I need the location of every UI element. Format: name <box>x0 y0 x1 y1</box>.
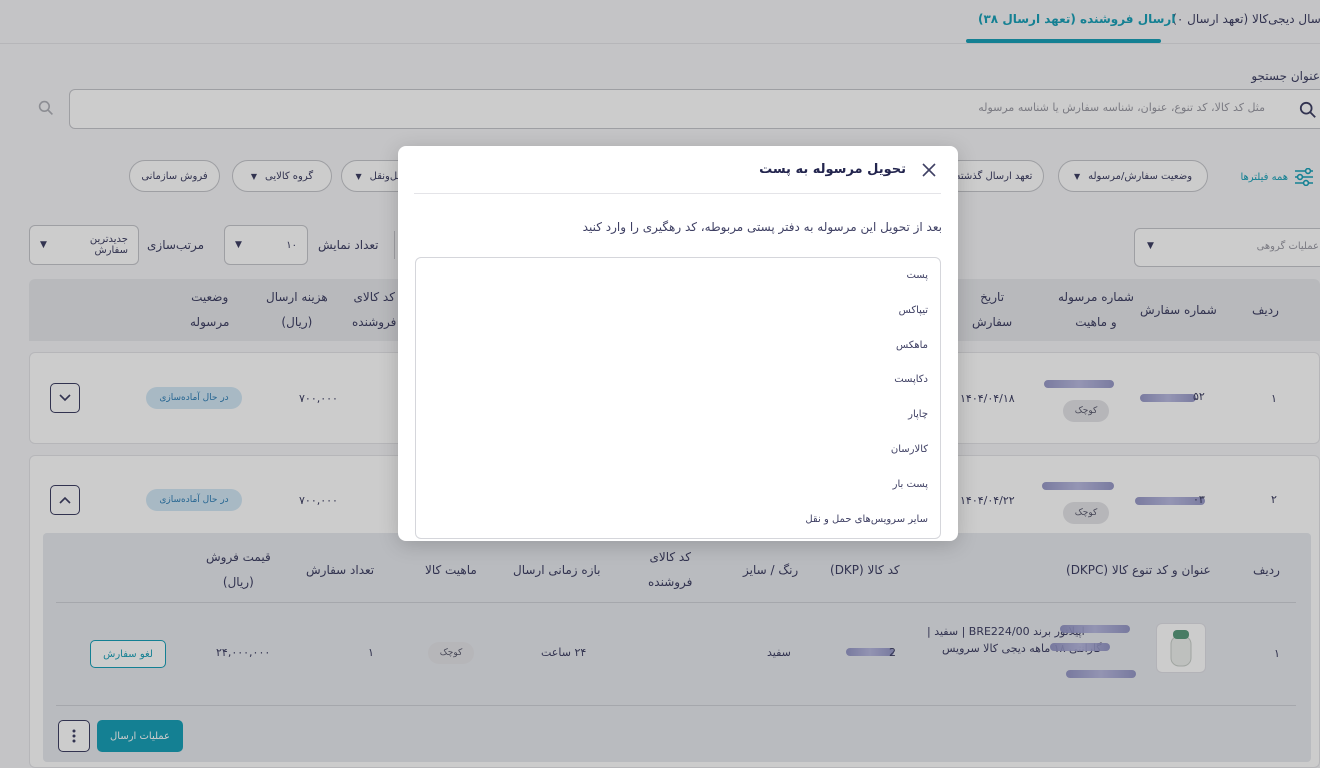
carrier-option[interactable]: کالارسان <box>891 444 928 455</box>
deliver-to-post-modal: تحویل مرسوله به پست بعد از تحویل این مرس… <box>398 146 958 541</box>
carrier-option[interactable]: ماهکس <box>896 340 928 351</box>
divider <box>414 193 941 194</box>
carrier-option[interactable]: سایر سرویس‌های حمل و نقل <box>805 514 928 525</box>
carrier-option[interactable]: پست <box>906 270 928 281</box>
carrier-option[interactable]: چاپار <box>908 409 928 420</box>
modal-description: بعد از تحویل این مرسوله به دفتر پستی مرب… <box>582 220 942 234</box>
modal-title: تحویل مرسوله به پست <box>759 162 906 177</box>
carrier-option[interactable]: پست بار <box>893 479 928 490</box>
close-icon[interactable] <box>920 161 938 179</box>
carrier-dropdown-list[interactable]: پست تیپاکس ماهکس دکاپست چاپار کالارسان پ… <box>415 257 941 539</box>
carrier-option[interactable]: دکاپست <box>894 374 928 385</box>
carrier-option[interactable]: تیپاکس <box>899 305 928 316</box>
